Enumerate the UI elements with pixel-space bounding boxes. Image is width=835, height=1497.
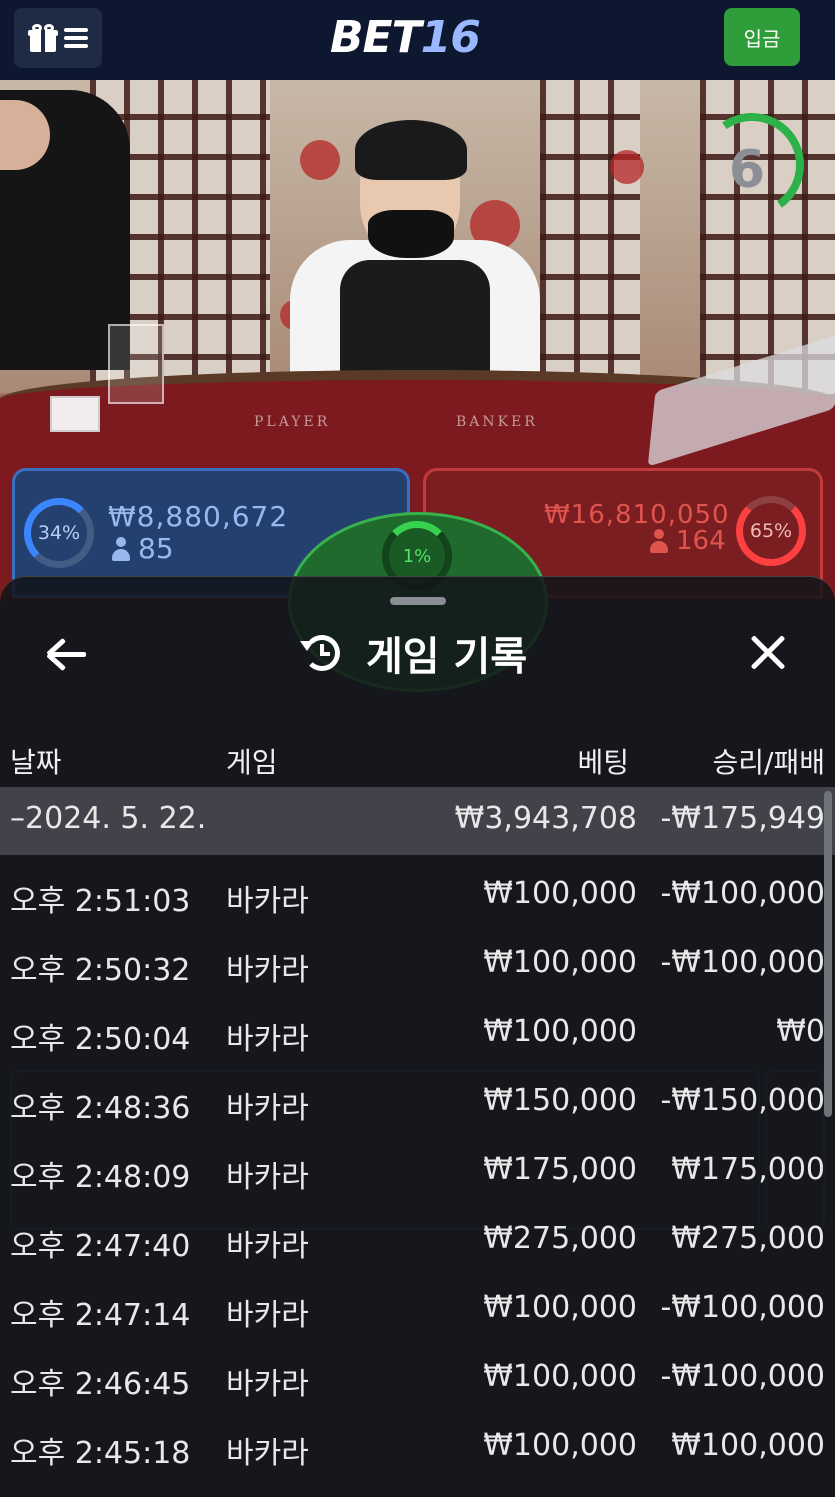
row-win-loss: -₩100,000 — [660, 876, 825, 911]
felt-label-banker: BANKER — [456, 414, 538, 430]
row-game: 바카라 — [226, 1229, 309, 1264]
summary-win-loss: -₩175,949 — [660, 801, 825, 836]
row-game: 바카라 — [226, 1436, 309, 1471]
back-arrow-icon[interactable] — [46, 633, 90, 677]
banker-bettor-count: 164 — [650, 526, 726, 556]
row-bet: ₩275,000 — [483, 1221, 637, 1256]
gift-icon — [28, 24, 58, 52]
banker-percent-ring: 65% — [736, 496, 806, 566]
summary-date: –2024. 5. 22. — [10, 801, 207, 836]
row-bet: ₩100,000 — [483, 945, 637, 980]
close-icon[interactable] — [746, 631, 790, 675]
row-game: 바카라 — [226, 1298, 309, 1333]
player-bettors: 85 — [138, 532, 174, 565]
row-game: 바카라 — [226, 884, 309, 919]
history-row[interactable]: 오후 2:48:09 바카라 ₩175,000 ₩175,000 — [0, 1138, 835, 1206]
row-bet: ₩100,000 — [483, 1290, 637, 1325]
summary-bet: ₩3,943,708 — [454, 801, 637, 836]
row-win-loss: -₩100,000 — [660, 1290, 825, 1325]
date-summary-row[interactable]: –2024. 5. 22. ₩3,943,708 -₩175,949 — [0, 787, 835, 855]
dealer-hair — [355, 120, 467, 180]
sheet-title: 게임 기록 — [300, 627, 528, 680]
drag-handle[interactable] — [390, 597, 446, 605]
row-game: 바카라 — [226, 953, 309, 988]
row-game: 바카라 — [226, 1367, 309, 1402]
history-row[interactable]: 오후 2:48:36 바카라 ₩150,000 -₩150,000 — [0, 1069, 835, 1137]
column-bet: 베팅 — [577, 746, 629, 779]
column-date: 날짜 — [10, 746, 62, 779]
row-win-loss: ₩0 — [776, 1014, 825, 1049]
row-time: 오후 2:50:04 — [10, 1022, 191, 1057]
row-bet: ₩100,000 — [483, 876, 637, 911]
deposit-button[interactable]: 입금 — [724, 8, 800, 66]
history-row[interactable]: 오후 2:50:04 바카라 ₩100,000 ₩0 — [0, 1000, 835, 1068]
row-time: 오후 2:51:03 — [10, 884, 191, 919]
history-row[interactable]: 오후 2:47:14 바카라 ₩100,000 -₩100,000 — [0, 1276, 835, 1344]
banker-bettors: 164 — [676, 526, 726, 556]
player-percent: 34% — [37, 522, 81, 544]
blossom — [300, 140, 340, 180]
row-time: 오후 2:50:32 — [10, 953, 191, 988]
hamburger-icon — [64, 28, 88, 48]
discard-tray — [108, 324, 164, 404]
column-game: 게임 — [226, 746, 278, 779]
card-stack — [50, 396, 100, 432]
row-win-loss: ₩275,000 — [671, 1221, 825, 1256]
row-win-loss: ₩175,000 — [671, 1152, 825, 1187]
logo[interactable]: BET16 — [330, 10, 481, 66]
countdown-timer: 6 — [728, 140, 766, 200]
row-time: 오후 2:46:45 — [10, 1367, 191, 1402]
logo-text-16: 16 — [420, 12, 481, 63]
player-percent-ring: 34% — [24, 498, 94, 568]
history-row[interactable]: 오후 2:51:03 바카라 ₩100,000 -₩100,000 — [0, 862, 835, 930]
row-game: 바카라 — [226, 1160, 309, 1195]
row-time: 오후 2:47:40 — [10, 1229, 191, 1264]
row-time: 오후 2:47:14 — [10, 1298, 191, 1333]
sheet-title-text: 게임 기록 — [366, 634, 528, 680]
row-win-loss: -₩150,000 — [660, 1083, 825, 1118]
row-time: 오후 2:48:36 — [10, 1091, 191, 1126]
scrollbar[interactable] — [824, 791, 832, 1117]
tie-percent: 1% — [402, 545, 432, 567]
row-win-loss: -₩100,000 — [660, 945, 825, 980]
row-bet: ₩150,000 — [483, 1083, 637, 1118]
row-win-loss: -₩100,000 — [660, 1359, 825, 1394]
history-icon — [300, 631, 344, 675]
person-icon — [112, 536, 130, 561]
lattice-screen — [540, 80, 640, 400]
blossom — [610, 150, 644, 184]
person-icon — [650, 529, 668, 553]
row-bet: ₩100,000 — [483, 1014, 637, 1049]
player-bettor-count: 85 — [112, 532, 174, 565]
logo-text-bet: BET — [330, 12, 422, 63]
history-row[interactable]: 오후 2:50:32 바카라 ₩100,000 -₩100,000 — [0, 931, 835, 999]
row-time: 오후 2:48:09 — [10, 1160, 191, 1195]
row-game: 바카라 — [226, 1091, 309, 1126]
history-row[interactable]: 오후 2:45:18 바카라 ₩100,000 ₩100,000 — [0, 1414, 835, 1482]
row-time: 오후 2:45:18 — [10, 1436, 191, 1471]
row-game: 바카라 — [226, 1022, 309, 1057]
banker-percent: 65% — [749, 520, 793, 542]
felt-label-player: PLAYER — [254, 414, 331, 430]
top-bar: BET16 입금 — [0, 0, 835, 80]
row-bet: ₩175,000 — [483, 1152, 637, 1187]
row-bet: ₩100,000 — [483, 1359, 637, 1394]
game-history-sheet: 게임 기록 날짜 게임 베팅 승리/패배 –2024. 5. 22. ₩3,94… — [0, 576, 835, 1497]
table-header: 날짜 게임 베팅 승리/패배 — [0, 727, 835, 787]
history-row[interactable]: 오후 2:46:45 바카라 ₩100,000 -₩100,000 — [0, 1345, 835, 1413]
dealer-mask — [368, 210, 454, 258]
row-win-loss: ₩100,000 — [671, 1428, 825, 1463]
history-row[interactable]: 오후 2:47:40 바카라 ₩275,000 ₩275,000 — [0, 1207, 835, 1275]
column-win-loss: 승리/패배 — [712, 746, 825, 779]
row-bet: ₩100,000 — [483, 1428, 637, 1463]
player-total-amount: ₩8,880,672 — [108, 500, 289, 533]
menu-button[interactable] — [14, 8, 102, 68]
